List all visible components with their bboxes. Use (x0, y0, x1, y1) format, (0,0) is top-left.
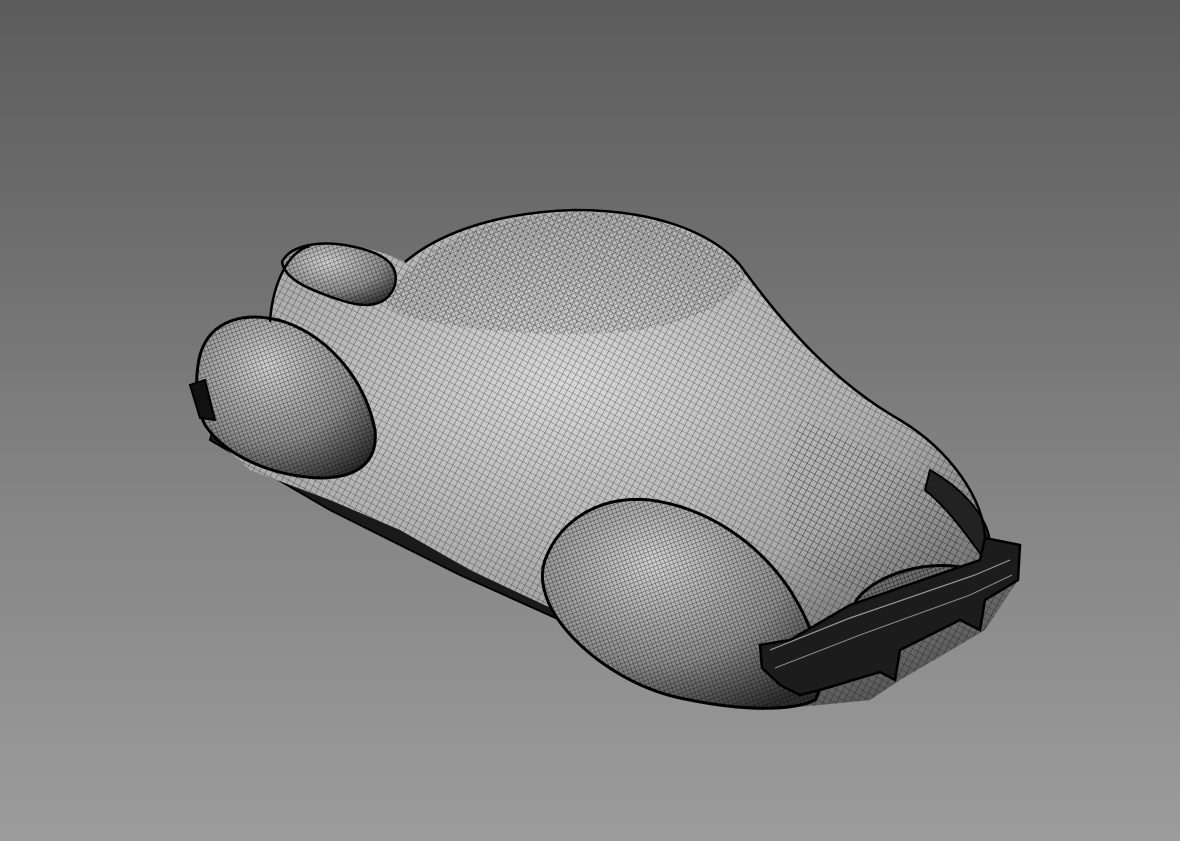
3d-viewport[interactable] (0, 0, 1180, 841)
wireframe-car-model[interactable] (0, 0, 1180, 841)
